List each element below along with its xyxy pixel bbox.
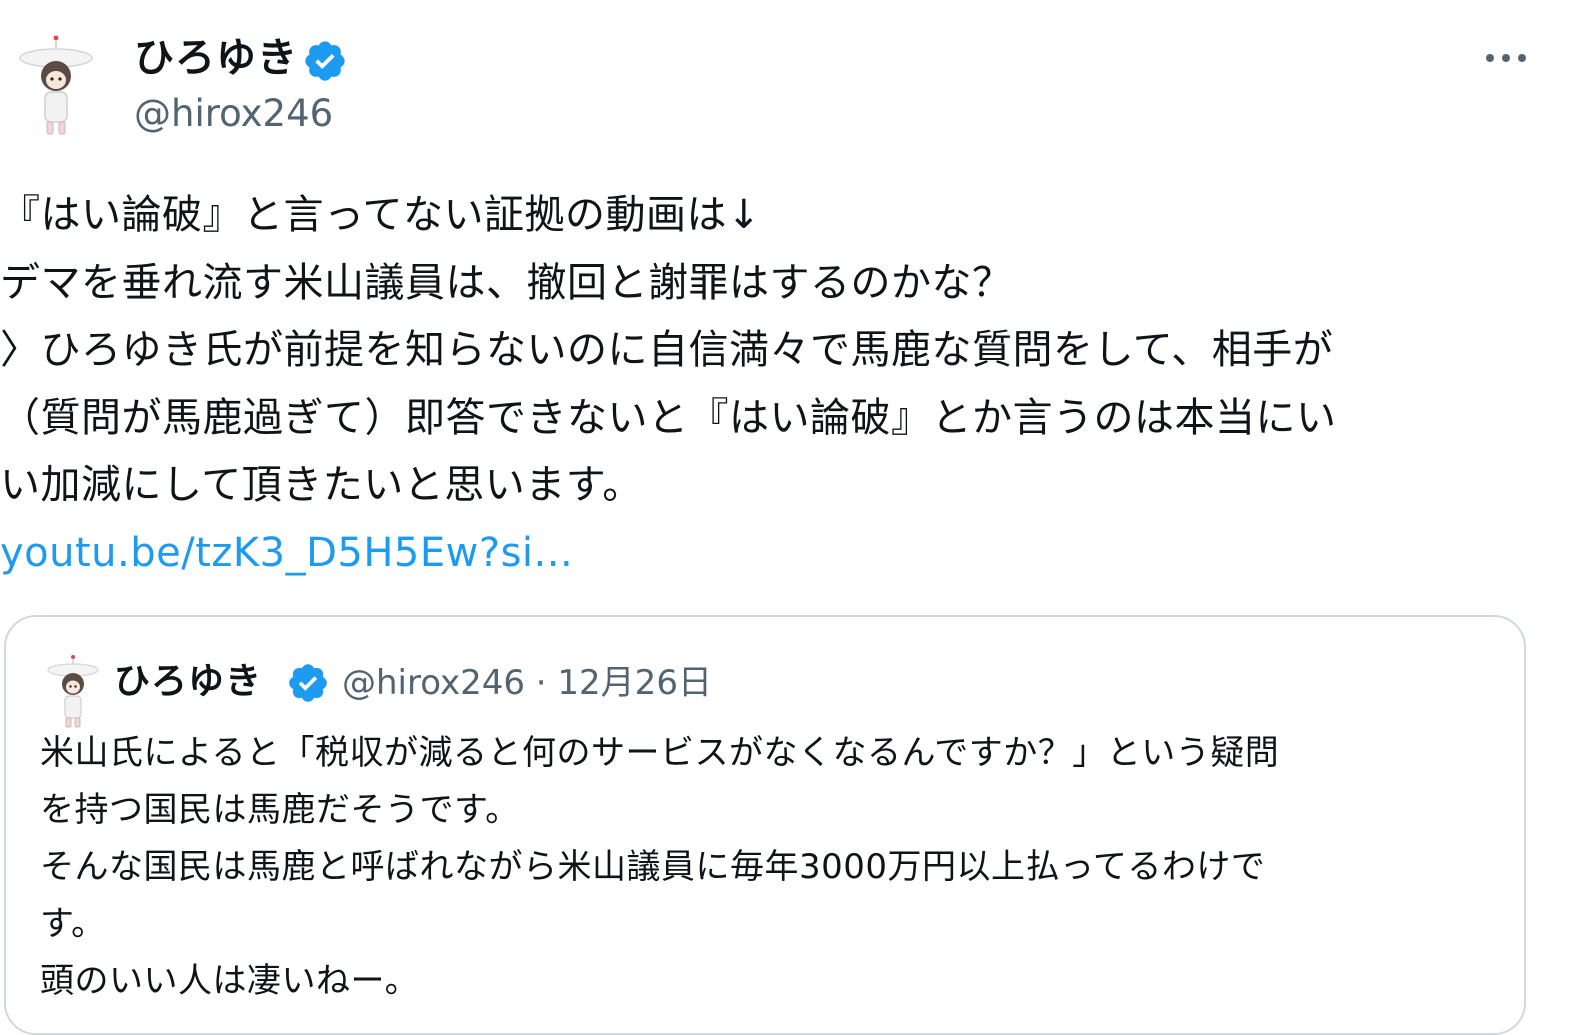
- quoted-text-line: そんな国民は馬鹿と呼ばれながら米山議員に毎年3000万円以上払ってるわけで: [40, 847, 1266, 887]
- tweet-text-line: い加減にして頂きたいと思います。: [0, 462, 643, 508]
- avatar-illustration: [19, 35, 93, 135]
- tweet: ひろゆき @hirox246 『はい論破』と言ってない証拠の動画は↓ デマを垂れ…: [0, 0, 1592, 1035]
- more-horizontal-icon: [1486, 54, 1526, 62]
- quoted-author-avatar: [44, 653, 102, 731]
- quoted-text-line: 米山氏によると「税収が減ると何のサービスがなくなるんですか？」という疑問: [40, 733, 1280, 773]
- verified-badge-icon: [286, 661, 330, 705]
- quoted-tweet-text: 米山氏によると「税収が減ると何のサービスがなくなるんですか？」という疑問 を持つ…: [40, 725, 1510, 1010]
- verified-badge-icon: [302, 38, 348, 84]
- avatar-illustration: [47, 655, 99, 728]
- quoted-text-line: す。: [40, 904, 106, 944]
- quoted-text-line: 頭のいい人は凄いねー。: [40, 961, 420, 1001]
- quoted-author-display-name[interactable]: ひろゆき: [114, 657, 262, 707]
- tweet-text-line: （質問が馬鹿過ぎて）即答できないと『はい論破』とか言うのは本当にい: [0, 394, 1337, 441]
- tweet-text-line: デマを垂れ流す米山議員は、撤回と謝罪はするのかな？: [0, 259, 1013, 306]
- author-handle[interactable]: @hirox246: [134, 90, 333, 138]
- author-display-name[interactable]: ひろゆき: [134, 32, 298, 84]
- tweet-text: 『はい論破』と言ってない証拠の動画は↓ デマを垂れ流す米山議員は、撤回と謝罪はす…: [0, 182, 1560, 587]
- quoted-text-line: を持つ国民は馬鹿だそうです。: [40, 790, 520, 830]
- tweet-text-line: 〉ひろゆき氏が前提を知らないのに自信満々で馬鹿な質問をして、相手が: [0, 327, 1334, 373]
- tweet-text-line: 『はい論破』と言ってない証拠の動画は↓: [0, 192, 762, 238]
- quoted-tweet-card[interactable]: ひろゆき @hirox246 · 12月26日 米山氏によると「税収が減ると何の…: [4, 615, 1526, 1035]
- youtube-link[interactable]: youtu.be/tzK3_D5H5Ew?si...: [0, 530, 573, 576]
- quoted-handle-and-date[interactable]: @hirox246 · 12月26日: [342, 659, 712, 707]
- more-options-button[interactable]: [1478, 36, 1534, 80]
- author-avatar[interactable]: [18, 34, 98, 138]
- tweet-link-line: youtu.be/tzK3_D5H5Ew?si...: [0, 520, 1560, 588]
